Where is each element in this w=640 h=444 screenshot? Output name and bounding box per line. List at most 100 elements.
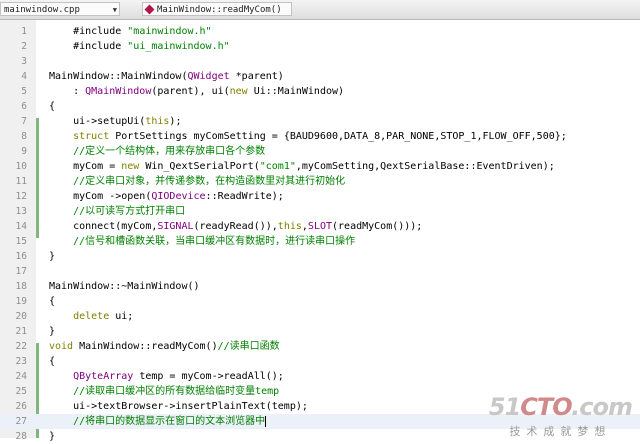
code-line[interactable]: 18 MainWindow::~MainWindow() <box>0 279 640 294</box>
code-token: myCom ->open( <box>49 191 152 202</box>
code-token: MainWindow::~MainWindow() <box>49 281 200 292</box>
line-number: 2 <box>21 41 27 52</box>
function-icon <box>144 4 155 15</box>
code-line[interactable]: 12 myCom ->open(QIODevice::ReadWrite); <box>0 189 640 204</box>
code-token: (parent), ui( <box>151 86 230 97</box>
code-token: //读取串口缓冲区的所有数据给临时变量temp <box>49 386 280 397</box>
line-number: 13 <box>15 206 27 217</box>
code-text: connect(myCom,SIGNAL(readyRead()),this,S… <box>49 219 422 234</box>
chevron-down-icon[interactable]: ▼ <box>113 3 117 17</box>
line-number: 27 <box>15 416 27 427</box>
code-token: void <box>49 341 74 352</box>
line-number: 24 <box>15 371 27 382</box>
code-text: QByteArray temp = myCom->readAll(); <box>49 369 284 384</box>
line-number: 12 <box>15 191 27 202</box>
code-text: } <box>49 324 55 339</box>
code-token: //定义串口对象，并传递参数，在构造函数里对其进行初始化 <box>49 176 346 187</box>
code-line[interactable]: 21} <box>0 324 640 339</box>
code-token: : <box>49 86 86 97</box>
code-line[interactable]: 1 #include "mainwindow.h" <box>0 24 640 39</box>
code-text: //定义一个结构体，用来存放串口各个参数 <box>49 144 265 159</box>
code-token: #include <box>49 41 128 52</box>
code-line[interactable]: 7 ui->setupUi(this); <box>0 114 640 129</box>
code-token: "mainwindow.h" <box>127 26 212 37</box>
code-line[interactable]: 23 { <box>0 354 640 369</box>
code-line[interactable]: 13 //以可读写方式打开串口 <box>0 204 640 219</box>
code-text: //读取串口缓冲区的所有数据给临时变量temp <box>49 384 279 399</box>
code-text: myCom = new Win_QextSerialPort("com1",my… <box>49 159 555 174</box>
code-token: delete <box>73 311 110 322</box>
code-line[interactable]: 4 MainWindow::MainWindow(QWidget *parent) <box>0 69 640 84</box>
code-line[interactable]: 22 void MainWindow::readMyCom()//读串口函数 <box>0 339 640 354</box>
line-number: 5 <box>21 86 27 97</box>
code-line[interactable]: 19 { <box>0 294 640 309</box>
code-token: ::ReadWrite); <box>205 191 284 202</box>
code-token: //信号和槽函数关联，当串口缓冲区有数据时，进行读串口操作 <box>49 236 356 247</box>
line-number: 6 <box>21 101 27 112</box>
code-text: struct PortSettings myComSetting = {BAUD… <box>49 129 567 144</box>
code-token: new <box>229 86 248 97</box>
code-line[interactable]: 17 <box>0 264 640 279</box>
code-token: //定义一个结构体，用来存放串口各个参数 <box>49 146 266 157</box>
code-token: PortSettings myComSetting = {BAUD9600,DA… <box>109 131 567 142</box>
line-number: 17 <box>15 266 27 277</box>
code-token: temp = myCom->readAll(); <box>133 371 284 382</box>
line-number: 26 <box>15 401 27 412</box>
code-token: QByteArray <box>73 371 134 382</box>
code-line[interactable]: 15 //信号和槽函数关联，当串口缓冲区有数据时，进行读串口操作 <box>0 234 640 249</box>
code-line[interactable]: 8 struct PortSettings myComSetting = {BA… <box>0 129 640 144</box>
line-number: 1 <box>21 26 27 37</box>
code-token: } <box>49 251 56 262</box>
code-line[interactable]: 10 myCom = new Win_QextSerialPort("com1"… <box>0 159 640 174</box>
code-line[interactable]: 2 #include "ui_mainwindow.h" <box>0 39 640 54</box>
code-token: QWidget <box>187 71 230 82</box>
line-number: 7 <box>21 116 27 127</box>
code-token: new <box>121 161 140 172</box>
code-text: { <box>49 294 55 309</box>
code-text: myCom ->open(QIODevice::ReadWrite); <box>49 189 284 204</box>
watermark-logo: 51CTO.com <box>488 393 633 421</box>
line-number: 20 <box>15 311 27 322</box>
code-line[interactable]: 16} <box>0 249 640 264</box>
code-token: SLOT <box>307 221 333 232</box>
code-token: MainWindow::MainWindow( <box>49 71 188 82</box>
line-number: 16 <box>15 251 27 262</box>
line-number: 10 <box>15 161 27 172</box>
line-number: 23 <box>15 356 27 367</box>
code-text: //以可读写方式打开串口 <box>49 204 185 219</box>
code-token: "ui_mainwindow.h" <box>127 41 230 52</box>
code-line[interactable]: 3 <box>0 54 640 69</box>
line-number: 19 <box>15 296 27 307</box>
code-token: Win_QextSerialPort( <box>139 161 260 172</box>
code-line[interactable]: 9 //定义一个结构体，用来存放串口各个参数 <box>0 144 640 159</box>
code-text: { <box>49 99 55 114</box>
code-line[interactable]: 11 //定义串口对象，并传递参数，在构造函数里对其进行初始化 <box>0 174 640 189</box>
code-text: #include "ui_mainwindow.h" <box>49 39 230 54</box>
code-text: { <box>49 354 55 369</box>
code-line[interactable]: 5 : QMainWindow(parent), ui(new Ui::Main… <box>0 84 640 99</box>
function-selector[interactable]: MainWindow::readMyCom() <box>142 2 292 16</box>
code-token: ui->setupUi( <box>49 116 146 127</box>
code-text: void MainWindow::readMyCom()//读串口函数 <box>49 339 280 354</box>
line-number: 28 <box>15 431 27 442</box>
code-token: *parent) <box>229 71 284 82</box>
code-token: { <box>49 356 56 367</box>
code-token: connect(myCom, <box>49 221 158 232</box>
code-token: //以可读写方式打开串口 <box>49 206 186 217</box>
code-editor[interactable]: 1 #include "mainwindow.h" 2 #include "ui_… <box>0 20 640 442</box>
code-token: SIGNAL <box>157 221 194 232</box>
code-token: this <box>145 116 170 127</box>
code-token: } <box>49 431 56 442</box>
line-number: 11 <box>15 176 27 187</box>
code-text: } <box>49 249 55 264</box>
code-line[interactable]: 14 connect(myCom,SIGNAL(readyRead()),thi… <box>0 219 640 234</box>
file-selector[interactable]: mainwindow.cpp ▼ <box>0 2 120 16</box>
code-token: Ui::MainWindow) <box>247 86 345 97</box>
code-line[interactable]: 20 delete ui; <box>0 309 640 324</box>
code-token: ); <box>169 116 182 127</box>
code-line[interactable]: 24 QByteArray temp = myCom->readAll(); <box>0 369 640 384</box>
code-token: struct <box>73 131 110 142</box>
code-line[interactable]: 6{ <box>0 99 640 114</box>
